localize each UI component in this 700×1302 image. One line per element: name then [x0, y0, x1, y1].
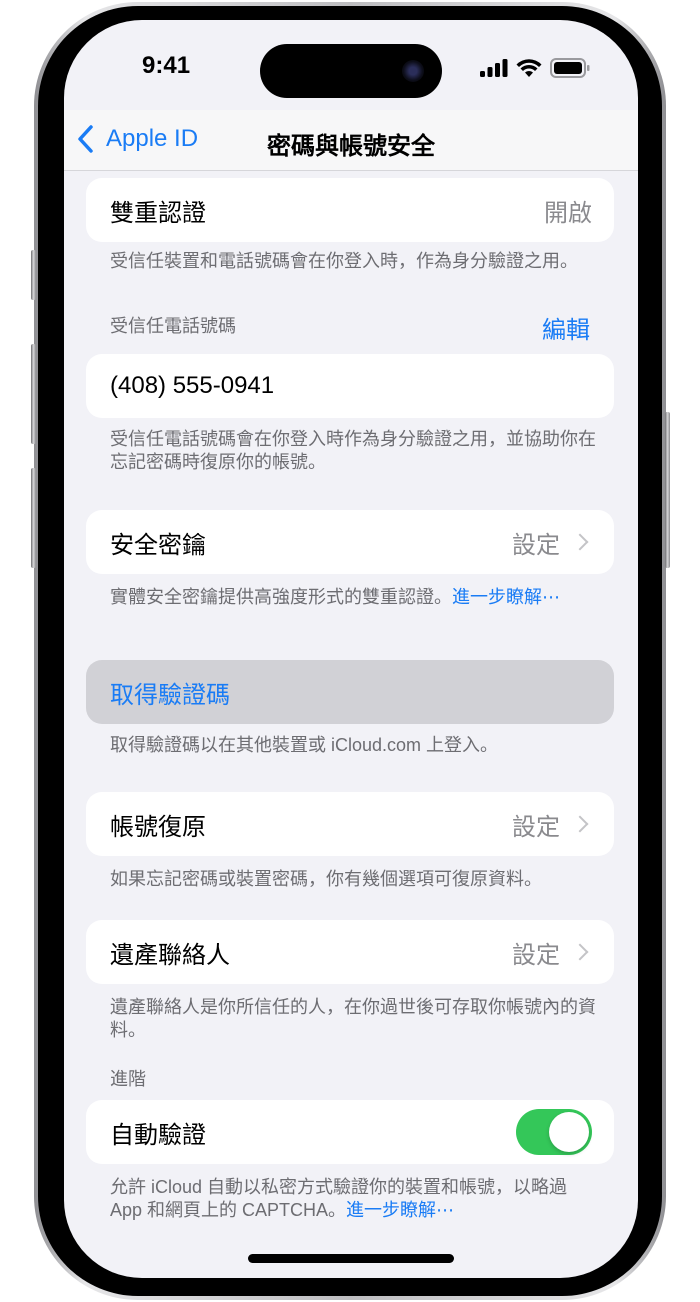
account-recovery-label: 帳號復原 — [110, 813, 206, 841]
get-verification-code-button[interactable]: 取得驗證碼 — [86, 660, 614, 724]
toggle-knob — [549, 1112, 589, 1152]
account-recovery-footer: 如果忘記密碼或裝置密碼，你有幾個選項可復原資料。 — [110, 869, 542, 889]
power-button — [665, 412, 670, 568]
advanced-header: 進階 — [110, 1069, 146, 1089]
chevron-right-icon — [571, 533, 589, 551]
auto-verify-row: 自動驗證 — [86, 1100, 614, 1164]
volume-up-button — [31, 344, 36, 444]
trusted-phone-header-label: 受信任電話號碼 — [110, 316, 236, 336]
security-keys-footer: 實體安全密鑰提供高強度形式的雙重認證。進一步瞭解⋯ — [110, 586, 600, 609]
account-recovery-row[interactable]: 帳號復原 設定 — [86, 792, 614, 856]
navigation-bar: Apple ID 密碼與帳號安全 — [64, 110, 638, 171]
auto-verify-label: 自動驗證 — [110, 1121, 206, 1149]
status-time: 9:41 — [142, 52, 191, 79]
auto-verify-footer: 允許 iCloud 自動以私密方式驗證你的裝置和帳號，以略過 App 和網頁上的… — [110, 1176, 600, 1222]
edit-button[interactable]: 編輯 — [542, 310, 590, 345]
screen: 9:41 Apple ID 密碼與帳號安全 雙重認證 開啟 受信任裝置和電話號碼… — [64, 20, 638, 1278]
security-keys-label: 安全密鑰 — [110, 531, 206, 559]
page-title: 密碼與帳號安全 — [267, 133, 435, 160]
learn-more-link[interactable]: 進一步瞭解⋯ — [452, 587, 560, 607]
get-verification-code-label: 取得驗證碼 — [110, 681, 230, 709]
learn-more-link[interactable]: 進一步瞭解⋯ — [346, 1200, 454, 1220]
camera-icon — [402, 60, 424, 82]
get-code-footer: 取得驗證碼以在其他裝置或 iCloud.com 上登入。 — [110, 735, 499, 755]
security-keys-footer-text: 實體安全密鑰提供高強度形式的雙重認證。 — [110, 587, 452, 607]
dynamic-island — [260, 44, 442, 98]
legacy-contact-footer: 遺產聯絡人是你所信任的人，在你過世後可存取你帳號內的資料。 — [110, 997, 596, 1040]
two-factor-label: 雙重認證 — [110, 199, 206, 227]
trusted-phone-footer: 受信任電話號碼會在你登入時作為身分驗證之用，並協助你在忘記密碼時復原你的帳號。 — [110, 429, 596, 472]
trusted-phone-header: 受信任電話號碼 編輯 — [110, 312, 590, 345]
two-factor-row[interactable]: 雙重認證 開啟 — [86, 178, 614, 242]
legacy-contact-value: 設定 — [512, 941, 560, 969]
legacy-contact-label: 遺產聯絡人 — [110, 941, 230, 969]
chevron-right-icon — [571, 815, 589, 833]
cellular-signal-icon — [480, 59, 508, 77]
two-factor-status: 開啟 — [544, 199, 592, 227]
legacy-contact-row[interactable]: 遺產聯絡人 設定 — [86, 920, 614, 984]
battery-icon — [550, 58, 590, 78]
security-keys-value: 設定 — [512, 531, 560, 559]
trusted-phone-row[interactable]: (408) 555-0941 — [86, 354, 614, 418]
home-indicator[interactable] — [248, 1254, 454, 1263]
security-keys-row[interactable]: 安全密鑰 設定 — [86, 510, 614, 574]
trusted-phone-number: (408) 555-0941 — [110, 372, 275, 399]
account-recovery-value: 設定 — [512, 813, 560, 841]
volume-down-button — [31, 468, 36, 568]
status-icons — [480, 58, 590, 78]
action-button — [31, 250, 36, 300]
wifi-icon — [516, 58, 542, 77]
two-factor-footer: 受信任裝置和電話號碼會在你登入時，作為身分驗證之用。 — [110, 251, 578, 271]
chevron-right-icon — [571, 943, 589, 961]
auto-verify-footer-text: 允許 iCloud 自動以私密方式驗證你的裝置和帳號，以略過 App 和網頁上的… — [110, 1177, 568, 1220]
auto-verify-toggle[interactable] — [516, 1109, 592, 1155]
